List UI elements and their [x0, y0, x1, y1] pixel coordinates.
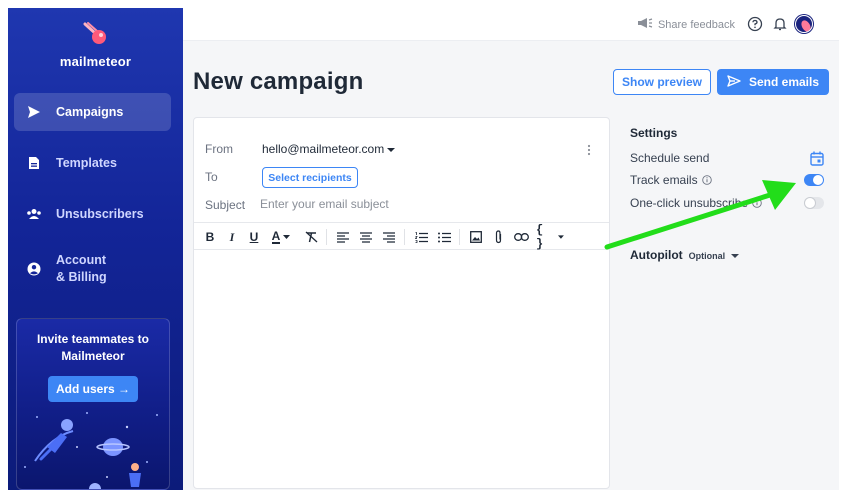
select-recipients-button[interactable]: Select recipients — [262, 167, 358, 188]
invite-title-line1: Invite teammates to — [36, 332, 150, 346]
account-icon — [26, 261, 42, 277]
align-left-icon[interactable] — [336, 229, 350, 245]
underline-icon[interactable]: U — [248, 229, 260, 245]
invite-teammates-card: Invite teammates to Mailmeteor Add users… — [16, 318, 170, 490]
send-icon — [727, 74, 741, 90]
track-emails-row: Track emails — [630, 173, 826, 189]
image-icon[interactable] — [469, 229, 483, 245]
avatar[interactable] — [795, 15, 813, 33]
meteor-logo-icon — [83, 22, 106, 44]
variable-icon[interactable]: { } — [536, 223, 564, 251]
italic-icon[interactable]: I — [226, 229, 238, 245]
sidebar-item-label: Account & Billing — [56, 252, 107, 286]
from-label: From — [205, 142, 233, 156]
variable-glyph: { } — [536, 223, 544, 251]
toggle-knob — [805, 198, 815, 208]
numbered-list-icon[interactable] — [414, 229, 428, 245]
track-emails-toggle[interactable] — [804, 174, 824, 186]
schedule-send-row[interactable]: Schedule send — [630, 151, 826, 167]
text-color-glyph: A — [271, 229, 281, 244]
calendar-icon[interactable] — [810, 151, 824, 171]
sidebar-item-campaigns[interactable]: Campaigns — [14, 93, 171, 131]
invite-title-line2: Mailmeteor — [61, 349, 125, 363]
one-click-unsubscribe-row: One-click unsubscribe — [630, 196, 826, 212]
sidebar-item-label: Unsubscribers — [56, 206, 144, 221]
more-options-icon[interactable] — [587, 143, 591, 157]
align-right-icon[interactable] — [382, 229, 396, 245]
share-feedback-label: Share feedback — [657, 18, 735, 31]
sidebar: mailmeteor Campaigns Templates Unsubscri… — [8, 8, 183, 490]
toolbar-divider — [404, 229, 405, 245]
toggle-knob — [813, 175, 823, 185]
send-icon — [26, 104, 42, 120]
brand-name: mailmeteor — [59, 54, 132, 69]
caret-down-icon — [558, 234, 564, 239]
users-icon — [26, 206, 42, 222]
send-emails-label: Send emails — [748, 75, 820, 89]
from-sender-dropdown[interactable]: hello@mailmeteor.com — [262, 142, 396, 156]
sidebar-item-templates[interactable]: Templates — [14, 144, 171, 182]
bold-icon[interactable]: B — [204, 229, 216, 245]
formatting-toolbar: B I U A {} — [194, 222, 609, 251]
caret-down-icon — [283, 234, 291, 239]
subject-label: Subject — [205, 198, 246, 212]
account-label-line2: & Billing — [56, 270, 107, 284]
top-bar: Share feedback — [183, 8, 839, 41]
info-icon[interactable] — [701, 175, 712, 185]
toolbar-divider — [459, 229, 460, 245]
help-icon[interactable] — [747, 16, 763, 32]
compose-card: From hello@mailmeteor.com To Select reci… — [193, 117, 610, 489]
caret-down-icon — [731, 254, 740, 258]
optional-badge: Optional — [688, 251, 726, 261]
autopilot-label: Autopilot — [630, 248, 683, 262]
text-color-icon[interactable]: A — [268, 229, 294, 245]
align-center-icon[interactable] — [359, 229, 373, 245]
clear-format-icon[interactable] — [304, 229, 318, 245]
email-body-editor[interactable] — [194, 250, 609, 488]
info-icon[interactable] — [752, 198, 762, 208]
from-email: hello@mailmeteor.com — [262, 142, 385, 156]
unsubscribe-label-wrap: One-click unsubscribe — [630, 196, 762, 210]
sidebar-item-unsubscribers[interactable]: Unsubscribers — [14, 195, 171, 233]
settings-title: Settings — [630, 126, 678, 140]
astronaut-illustration — [24, 412, 158, 489]
link-icon[interactable] — [513, 229, 529, 245]
schedule-send-label: Schedule send — [630, 151, 710, 165]
account-label-line1: Account — [56, 253, 106, 267]
sidebar-item-account-billing[interactable]: Account & Billing — [14, 244, 171, 294]
send-emails-button[interactable]: Send emails — [717, 69, 829, 95]
bulleted-list-icon[interactable] — [437, 229, 451, 245]
sidebar-item-label: Campaigns — [56, 104, 124, 119]
bell-icon[interactable] — [772, 16, 788, 32]
page-title: New campaign — [193, 68, 364, 95]
add-users-button[interactable]: Add users → — [48, 376, 138, 402]
app-window: mailmeteor Campaigns Templates Unsubscri… — [8, 8, 839, 490]
toolbar-divider — [326, 229, 327, 245]
one-click-unsubscribe-toggle[interactable] — [804, 197, 824, 209]
invite-title: Invite teammates to Mailmeteor — [17, 331, 169, 365]
track-emails-label-wrap: Track emails — [630, 173, 712, 187]
autopilot-dropdown[interactable]: Autopilot Optional — [630, 248, 740, 262]
subject-input[interactable] — [260, 194, 580, 214]
track-emails-label: Track emails — [630, 173, 698, 187]
sidebar-item-label: Templates — [56, 155, 117, 170]
one-click-unsubscribe-label: One-click unsubscribe — [630, 196, 749, 210]
show-preview-button[interactable]: Show preview — [613, 69, 711, 95]
brand-logo[interactable]: mailmeteor — [8, 22, 183, 69]
megaphone-icon — [637, 17, 653, 32]
to-label: To — [205, 170, 218, 184]
document-icon — [26, 155, 42, 171]
caret-down-icon — [387, 142, 396, 156]
share-feedback-link[interactable]: Share feedback — [637, 17, 735, 32]
attachment-icon[interactable] — [491, 229, 505, 245]
